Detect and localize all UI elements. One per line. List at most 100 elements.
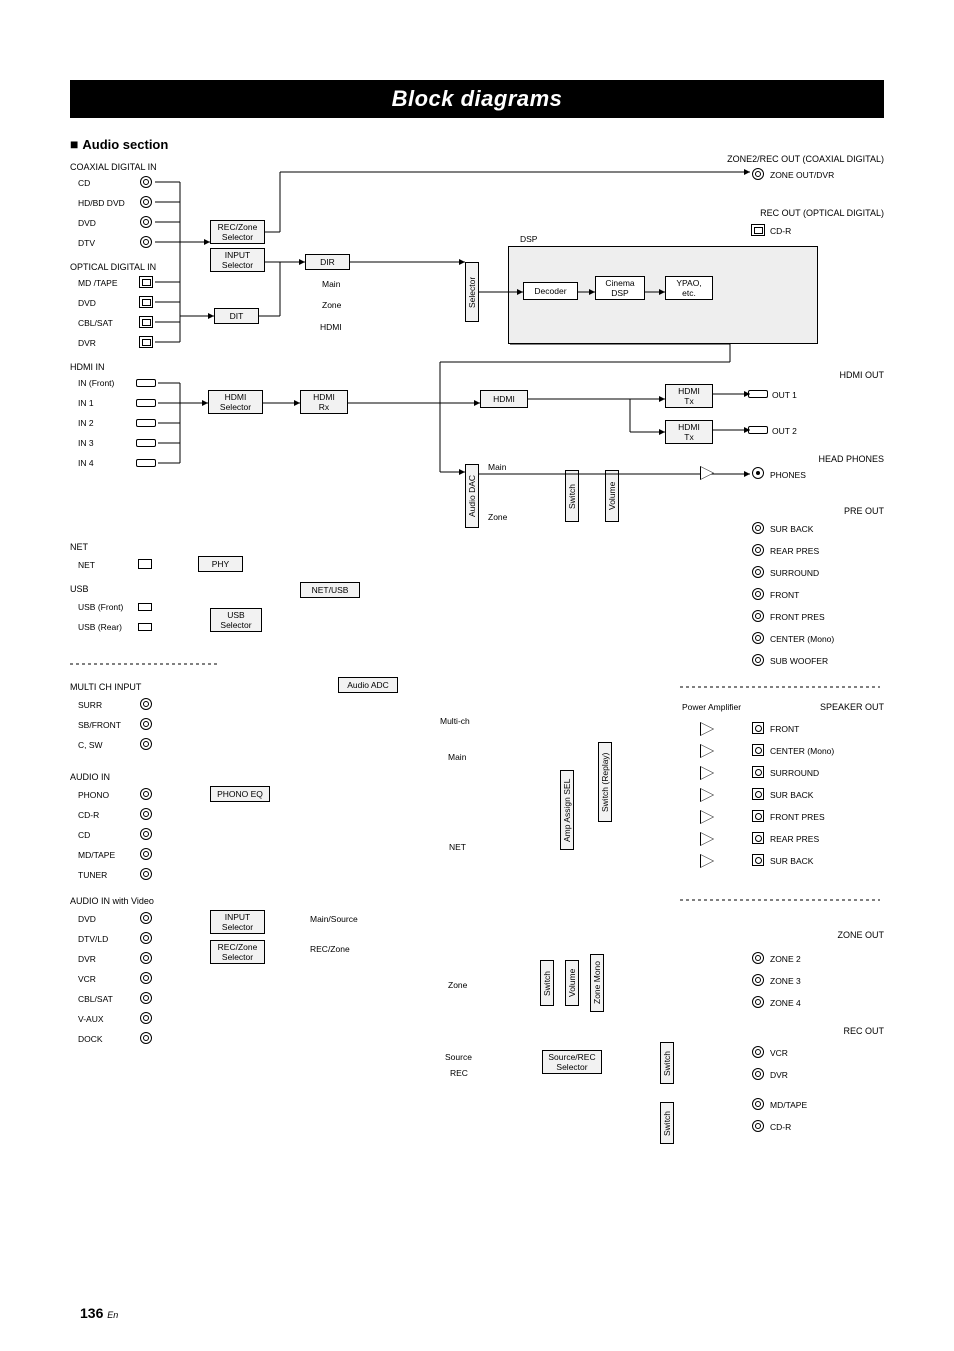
spk-1: CENTER (Mono) (770, 746, 834, 756)
rca-icon (752, 522, 764, 534)
in-dtv: DTV (78, 238, 95, 248)
in-csw: C, SW (78, 740, 103, 750)
page-lang: En (107, 1310, 118, 1320)
rca-icon (752, 588, 764, 600)
block-input-sel-1: INPUTSelector (210, 248, 265, 272)
preout-4: FRONT PRES (770, 612, 825, 622)
in-net: NET (78, 560, 95, 570)
rca-icon (140, 176, 152, 188)
block-rec-zone-sel-1: REC/ZoneSelector (210, 220, 265, 244)
block-switch-3: Switch (660, 1042, 674, 1084)
block-source-rec-sel: Source/RECSelector (542, 1050, 602, 1074)
sig-zone-3: Zone (448, 980, 467, 990)
block-volume-2: Volume (565, 960, 579, 1006)
sig-hdmi-1: HDMI (320, 322, 342, 332)
rca-icon (140, 952, 152, 964)
rca-icon (752, 654, 764, 666)
spk-icon (752, 722, 764, 734)
zoneout-2: ZONE 4 (770, 998, 801, 1008)
optical-header: OPTICAL DIGITAL IN (70, 262, 156, 272)
net-header: NET (70, 542, 88, 552)
sig-multich: Multi-ch (440, 716, 470, 726)
rca-icon (752, 952, 764, 964)
rca-icon (752, 632, 764, 644)
rca-icon (140, 828, 152, 840)
block-volume-1: Volume (605, 470, 619, 522)
block-switch-2: Switch (540, 960, 554, 1006)
page-number: 136 En (80, 1305, 118, 1321)
in-opt-dvd: DVD (78, 298, 96, 308)
in-mdtape: MD /TAPE (78, 278, 118, 288)
in-hdmi-4: IN 4 (78, 458, 94, 468)
sig-source: Source (445, 1052, 472, 1062)
rca-icon (752, 544, 764, 556)
net-icon (138, 559, 152, 569)
spk-icon (752, 832, 764, 844)
recout-3: CD-R (770, 1122, 791, 1132)
spk-0: FRONT (770, 724, 799, 734)
optical-icon (139, 316, 153, 328)
in-hdmi-1: IN 1 (78, 398, 94, 408)
rca-icon (752, 1098, 764, 1110)
rca-icon (140, 808, 152, 820)
rca-icon (752, 1068, 764, 1080)
preout-2: SURROUND (770, 568, 819, 578)
hdmi-header: HDMI IN (70, 362, 105, 372)
block-audio-dac: Audio DAC (465, 464, 479, 528)
sig-main-1: Main (322, 279, 340, 289)
rca-icon (140, 738, 152, 750)
spk-6: SUR BACK (770, 856, 813, 866)
hdmi-icon (136, 419, 156, 427)
phone-icon (752, 467, 764, 479)
in-av-cblsat: CBL/SAT (78, 994, 113, 1004)
zoneout-header: ZONE OUT (838, 930, 885, 940)
amp-icon (700, 788, 714, 802)
block-hdmi-sel: HDMISelector (208, 390, 263, 414)
rca-icon (140, 992, 152, 1004)
rca-icon (752, 974, 764, 986)
in-cd: CD (78, 178, 90, 188)
out1: OUT 1 (772, 390, 797, 400)
in-dtvld: DTV/LD (78, 934, 108, 944)
in-dvr: DVR (78, 338, 96, 348)
zoneout-0: ZONE 2 (770, 954, 801, 964)
audioin-header: AUDIO IN (70, 772, 110, 782)
preout-0: SUR BACK (770, 524, 813, 534)
headphones-header: HEAD PHONES (818, 454, 884, 464)
section-header: Audio section (70, 136, 884, 152)
rca-icon (140, 912, 152, 924)
preout-6: SUB WOOFER (770, 656, 828, 666)
block-phy: PHY (198, 556, 243, 572)
in-usb-rear: USB (Rear) (78, 622, 122, 632)
spk-icon (752, 744, 764, 756)
rca-icon (752, 1046, 764, 1058)
block-dir: DIR (305, 254, 350, 270)
in-cblsat: CBL/SAT (78, 318, 113, 328)
sig-main-3: Main (448, 752, 466, 762)
in-sbfront: SB/FRONT (78, 720, 121, 730)
spk-icon (752, 810, 764, 822)
spk-icon (752, 788, 764, 800)
page: Block diagrams Audio section COAXIAL DIG… (0, 0, 954, 1351)
in-audio-cd: CD (78, 830, 90, 840)
usb-header: USB (70, 584, 89, 594)
amp-icon (700, 766, 714, 780)
spk-3: SUR BACK (770, 790, 813, 800)
spk-2: SURROUND (770, 768, 819, 778)
spk-icon (752, 854, 764, 866)
in-hdmi-3: IN 3 (78, 438, 94, 448)
amp-icon (700, 832, 714, 846)
rca-icon (140, 932, 152, 944)
rca-icon (140, 848, 152, 860)
in-usb-front: USB (Front) (78, 602, 123, 612)
amp-icon (700, 722, 714, 736)
rca-icon (140, 236, 152, 248)
block-decoder: Decoder (523, 282, 578, 300)
rca-icon (140, 698, 152, 710)
in-hdmi-front: IN (Front) (78, 378, 114, 388)
block-audio-adc: Audio ADC (338, 677, 398, 693)
hdmi-icon (748, 426, 768, 434)
in-phono: PHONO (78, 790, 109, 800)
amp-icon (700, 466, 714, 480)
recout-1: DVR (770, 1070, 788, 1080)
